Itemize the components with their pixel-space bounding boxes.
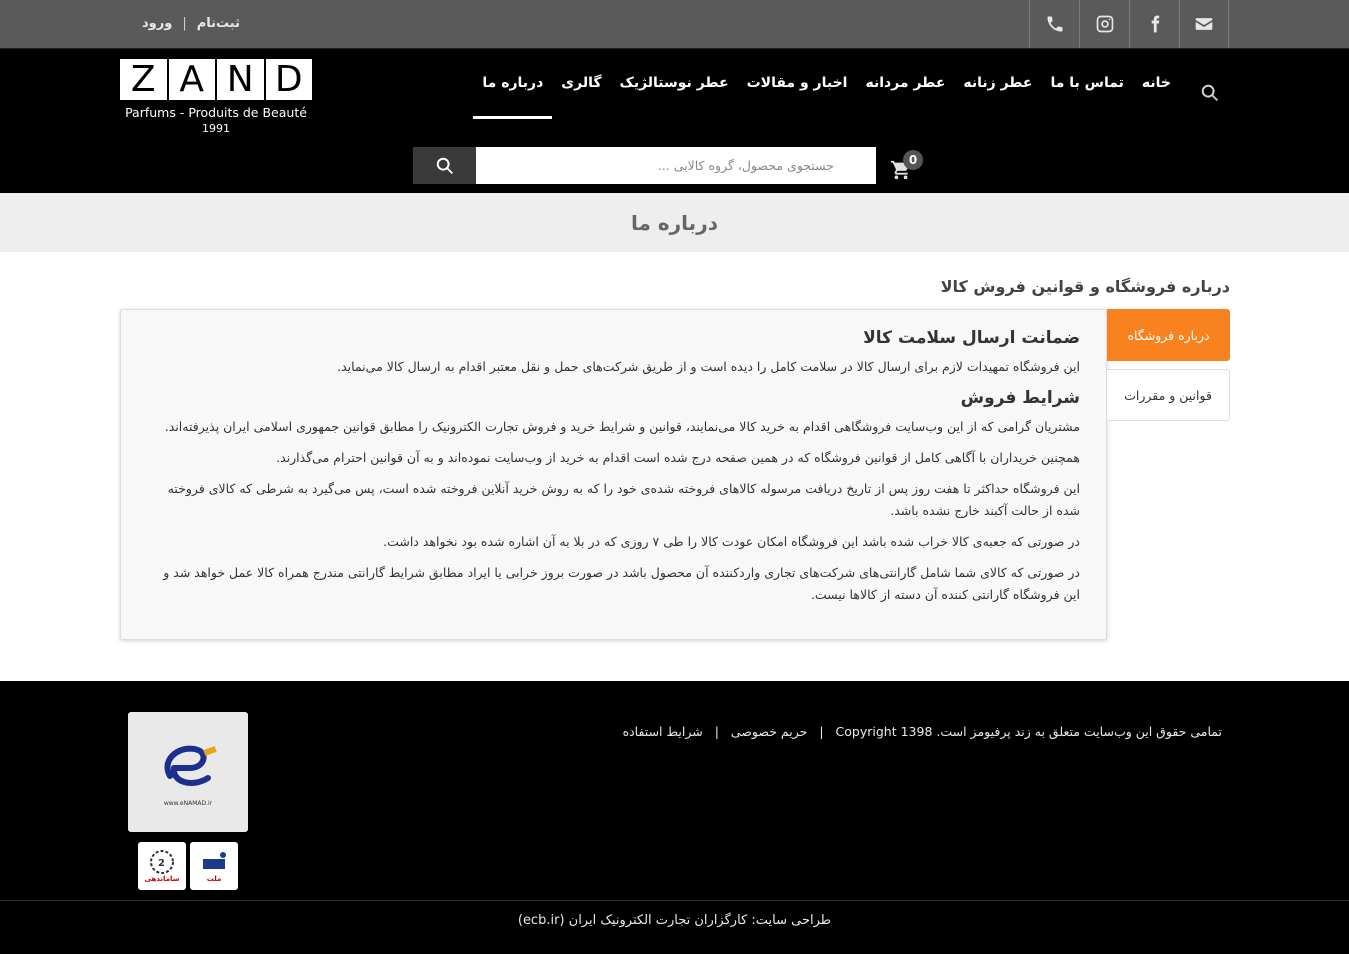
top-bar: ثبت‌نام | ورود — [0, 0, 1349, 48]
social-links — [1029, 0, 1229, 48]
search-toggle-button[interactable] — [1199, 82, 1221, 104]
email-icon — [1195, 18, 1213, 30]
enamad-logo-icon — [164, 745, 217, 786]
main-header: Z A N D Parfums - Produits de Beauté 199… — [0, 48, 1349, 193]
content-paragraph: همچنین خریداران با آگاهی کامل از قوانین … — [276, 450, 1080, 465]
terms-link[interactable]: شرایط استفاده — [623, 724, 703, 739]
footer-links: تمامی حقوق این وب‌سایت متعلق به زند پرفی… — [600, 724, 1222, 739]
search-icon — [436, 157, 453, 174]
enamad-text: www.eNAMAD.ir — [163, 799, 213, 807]
page-title: درباره ما — [631, 210, 718, 235]
mellat-label: ملت — [206, 875, 222, 883]
main-nav: خانه تماس با ما عطر زنانه عطر مردانه اخب… — [473, 59, 1180, 119]
content-heading: شرایط فروش — [960, 388, 1080, 408]
design-credit[interactable]: طراحی سایت: کارگزاران تجارت الکترونیک ای… — [0, 913, 1349, 928]
nav-item-contact[interactable]: تماس با ما — [1042, 59, 1133, 119]
logo-letter: A — [168, 59, 215, 100]
nav-item-gallery[interactable]: گالری — [552, 59, 610, 119]
side-tabs: درباره فروشگاه قوانین و مقررات — [1107, 309, 1230, 421]
content-paragraph: این فروشگاه حداکثر تا هفت روز پس از تاری… — [167, 481, 1080, 518]
facebook-button[interactable] — [1129, 0, 1179, 48]
logo-letter: D — [265, 59, 312, 100]
logo-letters: Z A N D — [120, 59, 312, 100]
logo-letter: Z — [120, 59, 167, 100]
tab-rules[interactable]: قوانین و مقررات — [1107, 369, 1230, 421]
nav-item-news[interactable]: اخبار و مقالات — [738, 59, 857, 119]
content-heading: ضمانت ارسال سلامت کالا — [863, 328, 1080, 348]
tab-about-store[interactable]: درباره فروشگاه — [1107, 309, 1230, 361]
enamad-badge[interactable]: www.eNAMAD.ir — [128, 712, 248, 832]
copyright-text: تمامی حقوق این وب‌سایت متعلق به زند پرفی… — [835, 724, 1222, 739]
instagram-button[interactable] — [1079, 0, 1129, 48]
svg-text:2: 2 — [158, 858, 165, 869]
samandehi-label: ساماندهی — [144, 875, 180, 883]
logo-letter: N — [217, 59, 264, 100]
nav-item-about[interactable]: درباره ما — [473, 59, 553, 119]
nav-item-men-perfume[interactable]: عطر مردانه — [856, 59, 954, 119]
samandehi-badge[interactable]: 2 ساماندهی — [138, 842, 186, 890]
cart-count-badge: 0 — [903, 150, 923, 170]
instagram-icon — [1096, 15, 1113, 33]
footer: تمامی حقوق این وب‌سایت متعلق به زند پرفی… — [0, 681, 1349, 954]
phone-icon — [1047, 16, 1062, 32]
logo-subtitle: Parfums - Produits de Beauté — [125, 105, 307, 120]
auth-separator: | — [182, 15, 187, 31]
facebook-icon — [1151, 15, 1159, 33]
site-logo[interactable]: Z A N D Parfums - Produits de Beauté 199… — [120, 59, 312, 135]
cart-button[interactable]: 0 — [888, 149, 924, 181]
register-link[interactable]: ثبت‌نام — [197, 16, 240, 31]
privacy-link[interactable]: حریم خصوصی — [731, 724, 807, 739]
nav-item-women-perfume[interactable]: عطر زنانه — [954, 59, 1041, 119]
content-paragraph: در صورتی که جعبه‌ی کالا خراب شده باشد ای… — [383, 534, 1080, 549]
search-input[interactable] — [476, 147, 876, 184]
content-paragraph: مشتریان گرامی که از این وب‌سایت فروشگاهی… — [164, 419, 1080, 434]
auth-links: ثبت‌نام | ورود — [142, 12, 240, 34]
logo-year: 1991 — [202, 122, 230, 135]
login-link[interactable]: ورود — [142, 16, 172, 31]
mellat-badge[interactable]: ملت — [190, 842, 238, 890]
search-submit-button[interactable] — [413, 147, 476, 184]
search-icon — [1201, 84, 1218, 101]
footer-separator: | — [714, 724, 719, 739]
content-paragraph: این فروشگاه تمهیدات لازم برای ارسال کالا… — [337, 359, 1080, 374]
phone-button[interactable] — [1029, 0, 1079, 48]
content-paragraph: در صورتی که کالای شما شامل گارانتی‌های ش… — [163, 565, 1080, 602]
product-search — [413, 147, 876, 184]
page-title-band: درباره ما — [0, 193, 1349, 252]
trust-badges: 2 ساماندهی ملت — [138, 842, 238, 890]
nav-item-home[interactable]: خانه — [1133, 59, 1180, 119]
section-title: درباره فروشگاه و قوانین فروش کالا — [940, 277, 1230, 296]
nav-item-nostalgic-perfume[interactable]: عطر نوستالژیک — [610, 59, 737, 119]
email-button[interactable] — [1179, 0, 1229, 48]
mellat-logo-icon — [203, 852, 226, 869]
footer-divider — [0, 900, 1349, 901]
footer-separator: | — [819, 724, 824, 739]
samandehi-logo-icon: 2 — [150, 850, 174, 874]
content-panel: ضمانت ارسال سلامت کالا این فروشگاه تمهید… — [120, 309, 1107, 640]
